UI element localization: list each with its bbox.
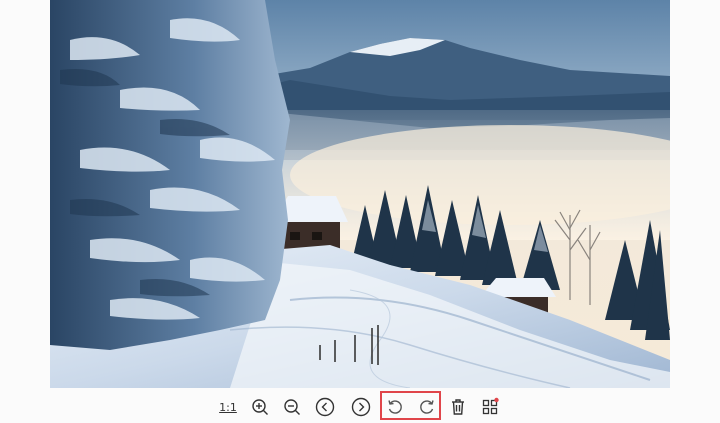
image-toolbar: 1:1 bbox=[0, 392, 720, 423]
trash-icon bbox=[452, 399, 464, 415]
previous-button[interactable] bbox=[314, 396, 336, 418]
rotate-cw-icon bbox=[420, 400, 434, 414]
chevron-right-circle-icon bbox=[351, 397, 371, 417]
grid-icon bbox=[482, 397, 499, 415]
image-viewer: 1:1 bbox=[0, 0, 720, 423]
zoom-out-button[interactable] bbox=[281, 396, 303, 418]
one-to-one-icon: 1:1 bbox=[219, 400, 237, 414]
actual-size-button[interactable]: 1:1 bbox=[217, 396, 239, 418]
photo bbox=[50, 0, 670, 388]
rotate-left-button[interactable] bbox=[384, 396, 406, 418]
delete-button[interactable] bbox=[447, 396, 469, 418]
zoom-in-icon bbox=[252, 399, 268, 415]
zoom-in-button[interactable] bbox=[249, 396, 271, 418]
next-button[interactable] bbox=[350, 396, 372, 418]
thumbnails-button[interactable] bbox=[479, 396, 501, 418]
rotate-ccw-icon bbox=[388, 400, 402, 414]
zoom-out-icon bbox=[284, 399, 300, 415]
notification-dot bbox=[494, 397, 499, 403]
chevron-left-circle-icon bbox=[315, 397, 335, 417]
rotate-right-button[interactable] bbox=[416, 396, 438, 418]
